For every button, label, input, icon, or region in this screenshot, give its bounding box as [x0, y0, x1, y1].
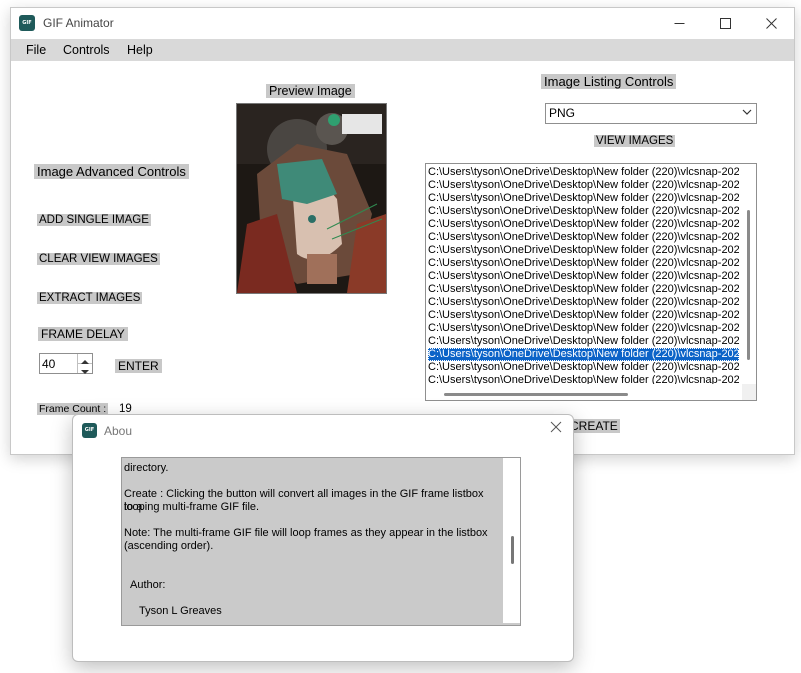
list-item[interactable]: C:\Users\tyson\OneDrive\Desktop\New fold… [428, 361, 739, 374]
listing-controls-label: Image Listing Controls [541, 74, 677, 89]
minimize-icon [674, 23, 684, 25]
chevron-down-icon [81, 370, 89, 374]
list-item[interactable]: C:\Users\tyson\OneDrive\Desktop\New fold… [428, 270, 739, 283]
window-title: GIF Animator [43, 16, 114, 30]
listbox-horizontal-scrollbar[interactable] [426, 384, 742, 400]
view-images-button[interactable]: VIEW IMAGES [594, 135, 676, 147]
list-item[interactable]: C:\Users\tyson\OneDrive\Desktop\New fold… [428, 283, 739, 296]
minimize-button[interactable] [656, 8, 702, 38]
app-icon: GIF [82, 423, 97, 438]
about-line: looping multi-frame GIF file. [124, 501, 260, 513]
list-item-selected[interactable]: C:\Users\tyson\OneDrive\Desktop\New fold… [428, 348, 739, 361]
enter-button[interactable]: ENTER [115, 359, 162, 373]
about-line: directory. [124, 462, 169, 474]
list-item[interactable]: C:\Users\tyson\OneDrive\Desktop\New fold… [428, 218, 739, 231]
frame-delay-value: 40 [42, 357, 56, 371]
list-item[interactable]: C:\Users\tyson\OneDrive\Desktop\New fold… [428, 309, 739, 322]
about-author-name: Tyson L Greaves [139, 605, 222, 617]
close-icon [550, 421, 562, 433]
chevron-down-icon [742, 109, 752, 115]
app-icon: GIF [19, 15, 35, 31]
about-title: Abou [104, 424, 133, 438]
preview-image [236, 103, 387, 294]
stepper-up-button[interactable] [78, 354, 92, 364]
create-button[interactable]: CREATE [568, 419, 620, 433]
extract-images-button[interactable]: EXTRACT IMAGES [37, 292, 143, 304]
list-item[interactable]: C:\Users\tyson\OneDrive\Desktop\New fold… [428, 205, 739, 218]
image-listbox[interactable]: C:\Users\tyson\OneDrive\Desktop\New fold… [425, 163, 757, 401]
about-dialog: GIF Abou directory. Create : Clicking th… [72, 414, 574, 662]
clear-view-images-button[interactable]: CLEAR VIEW IMAGES [37, 253, 160, 265]
scroll-corner [742, 384, 756, 400]
list-item[interactable]: C:\Users\tyson\OneDrive\Desktop\New fold… [428, 179, 739, 192]
menu-bar: File Controls Help [11, 39, 794, 61]
listbox-horizontal-thumb[interactable] [444, 393, 628, 396]
list-item[interactable]: C:\Users\tyson\OneDrive\Desktop\New fold… [428, 257, 739, 270]
list-item[interactable]: C:\Users\tyson\OneDrive\Desktop\New fold… [428, 335, 739, 348]
close-icon [765, 18, 777, 30]
about-vertical-thumb[interactable] [511, 536, 514, 564]
about-line: Note: The multi-frame GIF file will loop… [124, 527, 488, 539]
preview-label: Preview Image [266, 84, 355, 98]
advanced-controls-label: Image Advanced Controls [34, 164, 189, 179]
stepper-down-button[interactable] [78, 364, 92, 374]
list-item[interactable]: C:\Users\tyson\OneDrive\Desktop\New fold… [428, 244, 739, 257]
menu-file[interactable]: File [26, 43, 46, 57]
about-vertical-scrollbar[interactable] [503, 458, 520, 623]
listbox-vertical-thumb[interactable] [747, 210, 750, 360]
format-select[interactable]: PNG [545, 103, 757, 124]
about-author-label: Author: [130, 579, 166, 591]
close-button[interactable] [748, 8, 794, 38]
list-item[interactable]: C:\Users\tyson\OneDrive\Desktop\New fold… [428, 192, 739, 205]
main-window: GIF GIF Animator File Controls Help Prev… [10, 7, 795, 455]
maximize-icon [719, 18, 731, 30]
add-single-image-button[interactable]: ADD SINGLE IMAGE [37, 214, 151, 226]
about-title-bar[interactable]: GIF Abou [73, 415, 573, 445]
about-line: (ascending order). [124, 540, 214, 552]
about-close-button[interactable] [547, 421, 565, 439]
list-item[interactable]: C:\Users\tyson\OneDrive\Desktop\New fold… [428, 322, 739, 335]
list-item[interactable]: C:\Users\tyson\OneDrive\Desktop\New fold… [428, 166, 739, 179]
list-item[interactable]: C:\Users\tyson\OneDrive\Desktop\New fold… [428, 296, 739, 309]
list-item[interactable]: C:\Users\tyson\OneDrive\Desktop\New fold… [428, 231, 739, 244]
about-text-box[interactable]: directory. Create : Clicking the button … [121, 457, 521, 626]
title-bar[interactable]: GIF GIF Animator [11, 8, 794, 39]
menu-controls[interactable]: Controls [63, 43, 110, 57]
frame-delay-stepper[interactable]: 40 [39, 353, 93, 374]
maximize-button[interactable] [702, 8, 748, 38]
listbox-vertical-scrollbar[interactable] [742, 164, 756, 384]
menu-help[interactable]: Help [127, 43, 153, 57]
frame-delay-label: FRAME DELAY [38, 327, 128, 341]
format-select-value: PNG [549, 106, 576, 120]
